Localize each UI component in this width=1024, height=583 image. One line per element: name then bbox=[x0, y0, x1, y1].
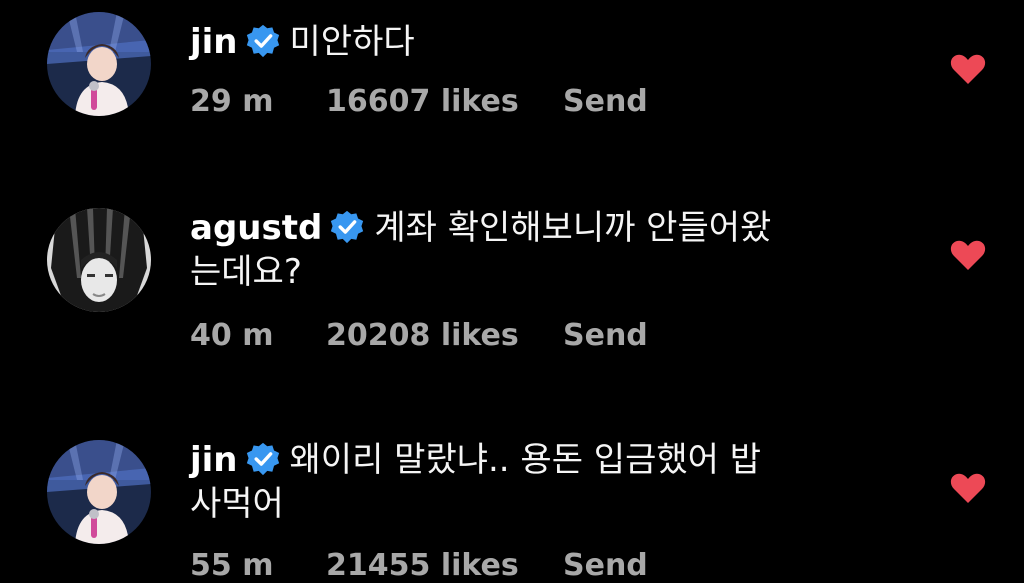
like-heart-icon[interactable] bbox=[950, 472, 986, 504]
verified-badge-icon bbox=[246, 442, 280, 476]
comment-time: 29 m bbox=[190, 84, 274, 119]
comment-likes[interactable]: 21455 likes bbox=[326, 548, 563, 583]
avatar[interactable] bbox=[47, 440, 151, 544]
send-button[interactable]: Send bbox=[563, 84, 648, 119]
comment-text: 미안하다 bbox=[289, 22, 415, 62]
comment-meta: 29 m 16607 likes Send bbox=[190, 84, 648, 119]
comment-username[interactable]: jin bbox=[190, 440, 238, 480]
comment-text-block: jin 왜이리 말랐냐.. 용돈 입금했어 밥사먹어 bbox=[190, 438, 790, 526]
comment-meta: 40 m 20208 likes Send bbox=[190, 318, 648, 353]
comment-time: 40 m bbox=[190, 318, 274, 353]
send-button[interactable]: Send bbox=[563, 548, 648, 583]
comment-likes[interactable]: 20208 likes bbox=[326, 318, 563, 353]
comment-username[interactable]: jin bbox=[190, 22, 238, 62]
send-button[interactable]: Send bbox=[563, 318, 648, 353]
verified-badge-icon bbox=[246, 24, 280, 58]
comment-likes[interactable]: 16607 likes bbox=[326, 84, 563, 119]
comment-username[interactable]: agustd bbox=[190, 208, 322, 248]
like-heart-icon[interactable] bbox=[950, 239, 986, 271]
comment-time: 55 m bbox=[190, 548, 274, 583]
avatar[interactable] bbox=[47, 12, 151, 116]
like-heart-icon[interactable] bbox=[950, 53, 986, 85]
comment-meta: 55 m 21455 likes Send bbox=[190, 548, 648, 583]
verified-badge-icon bbox=[330, 210, 364, 244]
comment-text-block: jin 미안하다 bbox=[190, 20, 790, 64]
comment-text-block: agustd 계좌 확인해보니까 안들어왔는데요? bbox=[190, 206, 790, 294]
avatar[interactable] bbox=[47, 208, 151, 312]
